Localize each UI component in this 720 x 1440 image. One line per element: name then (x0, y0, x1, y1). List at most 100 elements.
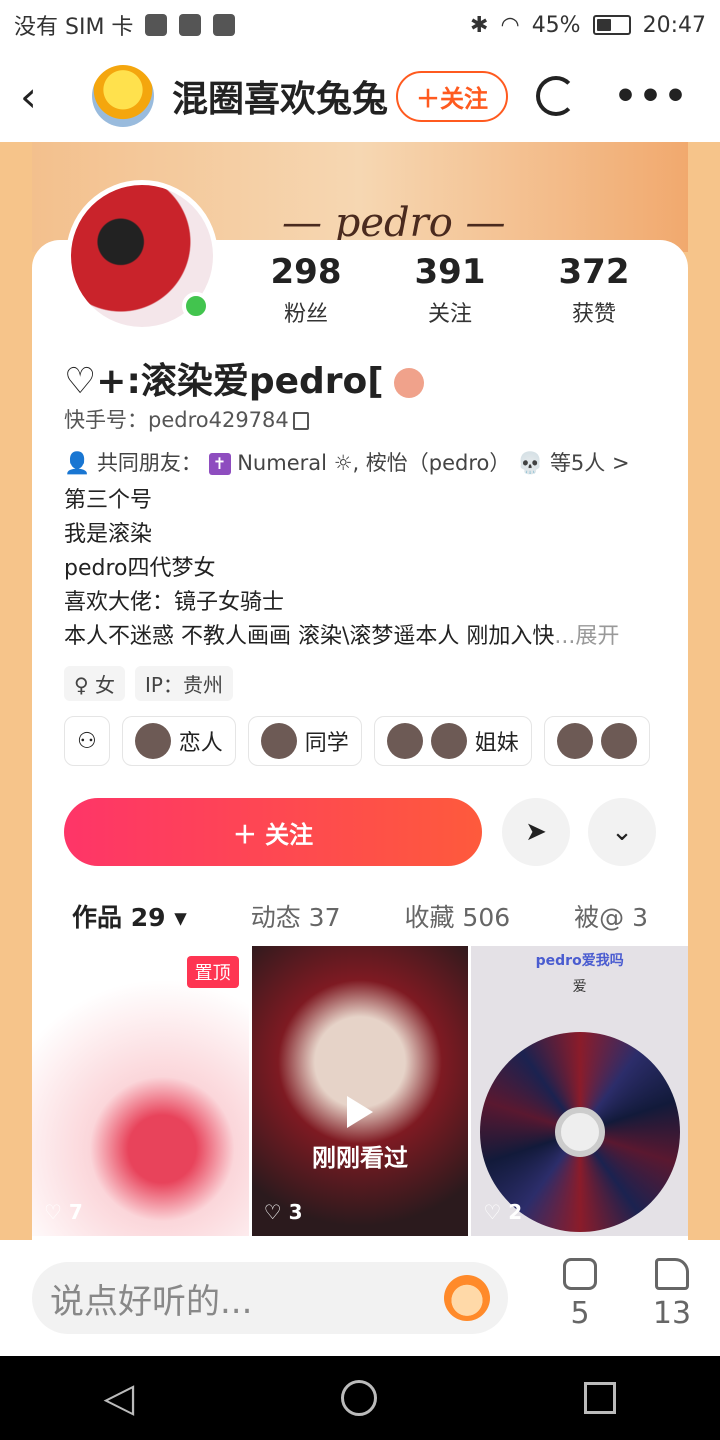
battery-fill (596, 19, 611, 31)
thumbs-up-icon (655, 1258, 689, 1290)
wifi-icon: ◠ (500, 12, 520, 38)
gender-tag: ♀ 女 (64, 666, 126, 701)
chevron-down-icon: ⌄ (611, 817, 633, 847)
expand-button[interactable]: ⌄ (588, 798, 656, 866)
comment-icon (563, 1258, 597, 1290)
wheel-hub (555, 1107, 606, 1157)
profile-tags: ♀ 女 IP：贵州 (64, 666, 233, 701)
mutual-names: Numeral ☼, 桉怡（pedro） (237, 451, 511, 475)
bio-line: 本人不迷惑 不教人画画 滚染\滚梦遥本人 刚加入快...展开 (64, 620, 664, 654)
header-avatar[interactable] (92, 65, 154, 127)
image-icon (213, 14, 236, 36)
relation-label: 同学 (304, 731, 349, 756)
copy-icon[interactable] (292, 412, 309, 430)
stat-label: 粉丝 (283, 302, 328, 327)
works-grid: 置顶 ♡ 7 刚刚看过 ♡ 3 pedro爱我吗 爱 ♡ 2 (32, 946, 689, 1236)
comment-bar: 说点好听的... (0, 1240, 720, 1356)
badge-icon[interactable] (393, 368, 424, 398)
relation-label: 姐妹 (474, 731, 519, 756)
bio-line: 喜欢大佬：镜子女骑士 (64, 590, 285, 615)
add-person-icon: ⚇ (77, 728, 97, 754)
bio-text: 本人不迷惑 不教人画画 滚染\滚梦遥本人 刚加入快 (64, 624, 555, 649)
mutual-label: 共同朋友： (96, 451, 202, 475)
relation-more[interactable] (543, 716, 650, 766)
video-tile[interactable]: 刚刚看过 ♡ 3 (251, 946, 469, 1236)
tab-moments[interactable]: 动态 37 (251, 898, 341, 934)
mutual-friends[interactable]: 👤 共同朋友： ✝ Numeral ☼, 桉怡（pedro） 💀 等5人 > (64, 447, 630, 477)
relations-row: ⚇ 恋人 同学 姐妹 (64, 716, 688, 766)
tile-likes: ♡ 3 (263, 1200, 303, 1224)
recently-viewed-label: 刚刚看过 (312, 1144, 408, 1172)
kuaishou-id-text: 快手号：pedro429784 (64, 408, 289, 432)
like-button[interactable]: 13 (642, 1258, 702, 1331)
stat-label: 关注 (427, 302, 472, 327)
tab-works[interactable]: 作品 29 ▾ (72, 898, 187, 950)
recently-viewed-overlay: 刚刚看过 (252, 1096, 469, 1173)
bluetooth-icon: ✱ (470, 12, 489, 38)
profile-name: ♡+:滚染爱pedro[ (64, 352, 424, 404)
stat-likes[interactable]: 372 获赞 (522, 252, 666, 328)
tile-likes: ♡ 2 (483, 1200, 523, 1224)
notification-icon (179, 14, 202, 36)
share-icon[interactable] (536, 76, 577, 116)
cross-icon: ✝ (208, 453, 231, 475)
stat-following[interactable]: 391 关注 (378, 252, 522, 328)
tab-mentions[interactable]: 被@ 3 (574, 898, 648, 934)
tab-favorites[interactable]: 收藏 506 (404, 898, 510, 934)
system-nav-bar: ◁ (0, 1356, 720, 1440)
nav-back-icon[interactable]: ◁ (104, 1375, 135, 1421)
header-title: 混圈喜欢兔兔 (172, 79, 389, 120)
relation-sisters[interactable]: 姐妹 (373, 716, 532, 766)
likes-count: 13 (652, 1296, 692, 1331)
battery-icon (592, 15, 631, 35)
comment-placeholder: 说点好听的... (50, 1281, 253, 1322)
more-icon[interactable]: ••• (614, 76, 689, 117)
comment-input[interactable]: 说点好听的... (32, 1262, 508, 1334)
status-left: 没有 SIM 卡 (14, 9, 236, 41)
tile-likes: ♡ 7 (44, 1200, 83, 1224)
kuaishou-id: 快手号：pedro429784 (64, 404, 309, 434)
send-message-button[interactable]: ➤ (502, 798, 570, 866)
relation-avatar (386, 723, 423, 759)
relation-avatar (556, 723, 593, 759)
nav-home-icon[interactable] (341, 1380, 378, 1416)
bio-line: 第三个号 (64, 488, 153, 513)
comments-button[interactable]: 5 (550, 1258, 610, 1331)
stat-label: 获赞 (571, 302, 616, 327)
follow-button[interactable]: ＋ 关注 (64, 798, 482, 866)
paper-plane-icon: ➤ (525, 817, 547, 847)
relation-classmate[interactable]: 同学 (247, 716, 362, 766)
content-tabs: 作品 29 ▾ 动态 37 收藏 506 被@ 3 (32, 886, 688, 950)
sim-icon (145, 14, 168, 36)
relation-label: 恋人 (178, 731, 223, 756)
header-follow-button[interactable]: ＋关注 (396, 70, 509, 122)
carrier-text: 没有 SIM 卡 (14, 15, 134, 40)
stat-value: 391 (414, 252, 486, 292)
video-tile[interactable]: 置顶 ♡ 7 (32, 946, 249, 1236)
ip-tag: IP：贵州 (135, 666, 233, 701)
relation-lover[interactable]: 恋人 (121, 716, 236, 766)
stat-value: 298 (270, 252, 342, 292)
stats-row: 298 粉丝 391 关注 372 获赞 (234, 252, 666, 328)
play-icon (347, 1096, 373, 1128)
status-bar: 没有 SIM 卡 ✱ ◠ 45% 20:47 (0, 0, 720, 50)
profile-header: ‹ 混圈喜欢兔兔 ＋关注 ••• (0, 50, 720, 142)
relation-avatar (260, 723, 297, 759)
online-indicator (182, 292, 210, 320)
relation-avatar (430, 723, 467, 759)
skull-icon: 💀 (517, 451, 544, 475)
emoji-icon[interactable] (444, 1275, 490, 1321)
profile-name-text: ♡+:滚染爱pedro[ (64, 361, 384, 402)
add-relation-button[interactable]: ⚇ (64, 716, 110, 766)
nav-recents-icon[interactable] (584, 1382, 617, 1414)
status-right: ✱ ◠ 45% 20:47 (470, 13, 706, 38)
bio: 第三个号 我是滚染 pedro四代梦女 喜欢大佬：镜子女骑士 本人不迷惑 不教人… (64, 484, 664, 654)
expand-link[interactable]: ...展开 (554, 624, 619, 649)
relation-avatar (600, 723, 637, 759)
bio-line: 我是滚染 (64, 522, 153, 547)
video-tile[interactable]: pedro爱我吗 爱 ♡ 2 (471, 946, 689, 1236)
pinned-badge: 置顶 (186, 956, 239, 988)
back-icon[interactable]: ‹ (20, 72, 70, 121)
stat-followers[interactable]: 298 粉丝 (234, 252, 378, 328)
relation-avatar (134, 723, 171, 759)
